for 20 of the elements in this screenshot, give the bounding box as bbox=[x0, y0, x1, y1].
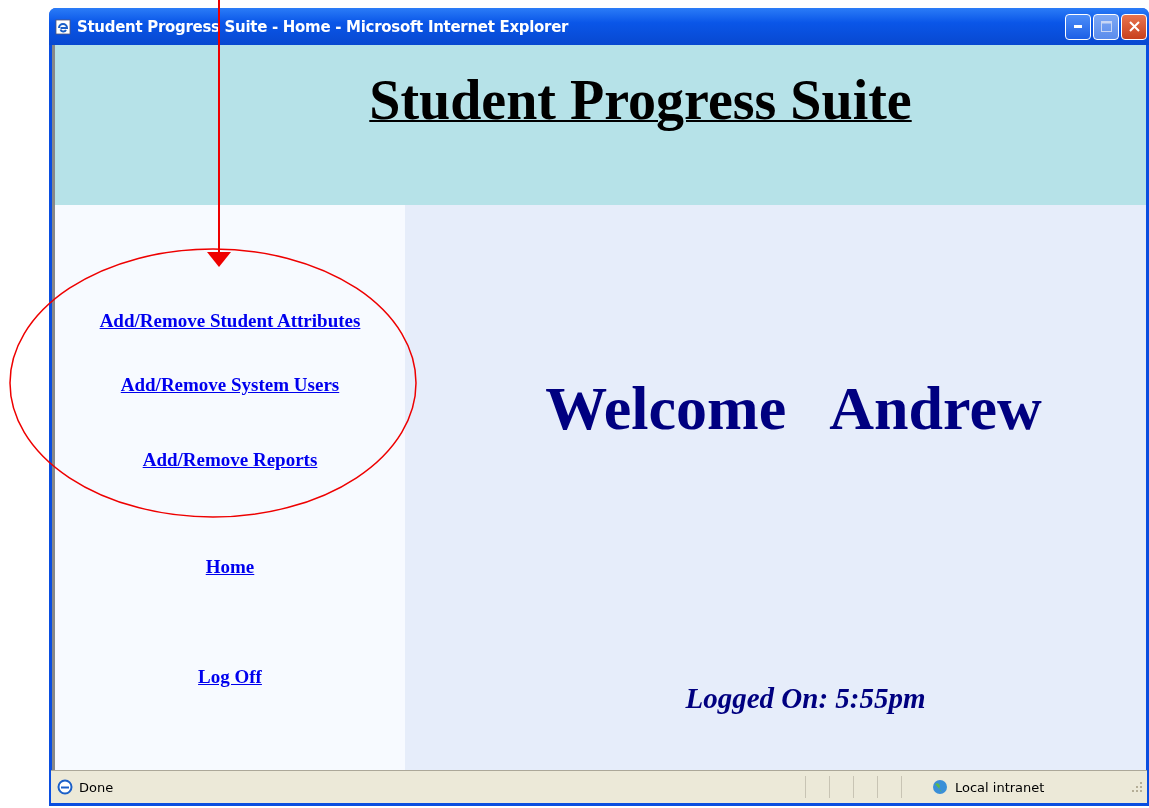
maximize-icon bbox=[1100, 21, 1112, 32]
nav-link[interactable]: Add/Remove Student Attributes bbox=[99, 309, 361, 333]
welcome-message: Welcome Andrew bbox=[545, 373, 1042, 443]
globe-icon bbox=[931, 779, 949, 795]
nav-link[interactable]: Home bbox=[205, 555, 255, 579]
nav-link[interactable]: Add/Remove Reports bbox=[142, 448, 318, 472]
resize-grip-icon[interactable] bbox=[1131, 781, 1143, 793]
minimize-icon bbox=[1074, 25, 1082, 28]
minimize-button[interactable] bbox=[1065, 13, 1091, 40]
nav-link[interactable]: Add/Remove System Users bbox=[120, 373, 340, 397]
status-text: Done bbox=[79, 779, 115, 795]
close-button[interactable] bbox=[1121, 13, 1147, 40]
nav-link[interactable]: Log Off bbox=[198, 665, 262, 689]
browser-icon bbox=[55, 18, 71, 35]
window-title: Student Progress Suite - Home - Microsoft Internet Explorer bbox=[77, 17, 570, 36]
maximize-button[interactable] bbox=[1093, 13, 1119, 40]
site-title: Student Progress Suite bbox=[369, 68, 912, 133]
zone-text: Local intranet bbox=[955, 779, 1046, 795]
login-time: Logged On: 5:55pm bbox=[685, 681, 926, 715]
close-icon bbox=[1128, 21, 1140, 32]
